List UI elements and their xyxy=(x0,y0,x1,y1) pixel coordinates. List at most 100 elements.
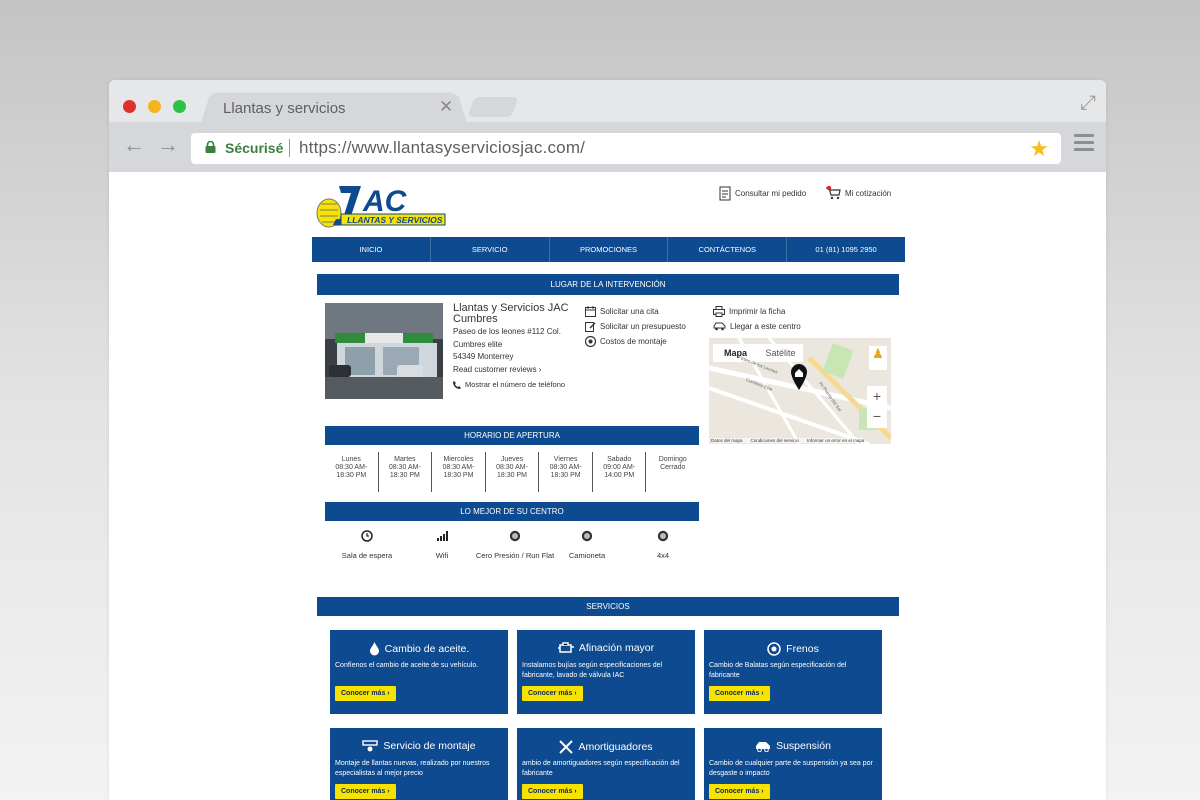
forward-arrow-icon[interactable]: → xyxy=(157,132,179,158)
nav-item-promociones[interactable]: PROMOCIONES xyxy=(550,237,669,262)
service-title-row: Servicio de montaje xyxy=(330,740,508,752)
conocer-mas-button[interactable]: Conocer más › xyxy=(335,784,396,799)
hours-open: 08:30 AM- xyxy=(442,464,475,471)
secure-label: Sécurisé xyxy=(225,140,284,156)
feature-item: Sala de espera xyxy=(327,530,407,560)
hours-close: 18:30 PM xyxy=(336,472,367,479)
hamburger-menu-icon[interactable] xyxy=(1074,134,1094,155)
conocer-mas-button[interactable]: Conocer más › xyxy=(522,686,583,701)
maximize-window-button[interactable] xyxy=(173,100,186,113)
hours-day-column: Miercoles 08:30 AM- 18:30 PM xyxy=(432,452,486,492)
zoom-in-button[interactable]: + xyxy=(867,386,887,406)
service-title-row: Frenos xyxy=(704,642,882,656)
solicitar-presupuesto-link[interactable]: Solicitar un presupuesto xyxy=(585,321,686,332)
consultar-pedido-label: Consultar mi pedido xyxy=(735,189,807,198)
mi-cotizacion-link[interactable]: Mi cotización xyxy=(825,186,891,200)
nav-item-servicio[interactable]: SERVICIO xyxy=(431,237,550,262)
service-card: Afinación mayor Instalamos bujías según e… xyxy=(517,630,695,714)
new-tab-button[interactable] xyxy=(467,97,519,117)
hours-close: 14:00 PM xyxy=(604,472,635,479)
tire-icon xyxy=(623,530,703,542)
divider xyxy=(289,139,290,157)
imprimir-ficha-link[interactable]: Imprimir la ficha xyxy=(713,306,785,317)
map-terms-link[interactable]: Condiciones del servicio xyxy=(751,438,800,443)
address-line: 54349 Monterrey xyxy=(453,352,514,361)
nav-item-inicio[interactable]: INICIO xyxy=(312,237,431,262)
tab-close-icon[interactable]: ✕ xyxy=(439,97,453,117)
feature-label: Camioneta xyxy=(568,551,606,560)
oil-drop-icon xyxy=(369,642,380,656)
service-card: Cambio de aceite. Confíenos el cambio de … xyxy=(330,630,508,714)
bookmark-star-icon[interactable]: ★ xyxy=(1029,136,1049,162)
web-page: AC LLANTAS Y SERVICIOS Consultar mi pedi… xyxy=(109,172,1106,800)
tire-icon xyxy=(547,530,627,542)
zoom-out-button[interactable]: − xyxy=(867,406,887,426)
map-report-link[interactable]: Informar un error en el mapa xyxy=(807,438,864,443)
service-card: Amortiguadores ambio de amortiguadores se… xyxy=(517,728,695,800)
printer-icon xyxy=(713,306,725,317)
expand-icon[interactable]: ⤢ xyxy=(1080,92,1096,115)
service-description: Instalamos bujías según especificaciones… xyxy=(522,662,663,679)
close-window-button[interactable] xyxy=(123,100,136,113)
conocer-mas-button[interactable]: Conocer más › xyxy=(709,686,770,701)
map-tab-satelite[interactable]: Satélite xyxy=(758,344,803,362)
cart-icon xyxy=(826,186,841,200)
address-bar[interactable]: Sécurisé https://www.llantasyserviciosja… xyxy=(191,133,1061,164)
service-title: Suspensión xyxy=(776,740,831,752)
hours-day: Miercoles xyxy=(443,456,474,463)
shop-address: Paseo de los leones #112 Col. Cumbres el… xyxy=(453,326,561,376)
location-map[interactable]: Mapa Satélite ♟ + − Datos del mapa Condi… xyxy=(709,338,891,444)
minimize-window-button[interactable] xyxy=(148,100,161,113)
brake-icon xyxy=(767,642,781,656)
tab-title: Llantas y servicios xyxy=(223,100,346,117)
nav-item-contactenos[interactable]: CONTÁCTENOS xyxy=(668,237,788,262)
tire-icon xyxy=(475,530,555,542)
service-title: Servicio de montaje xyxy=(383,740,476,752)
map-pin-icon[interactable] xyxy=(790,364,808,390)
hours-open: 09:00 AM- xyxy=(603,464,636,471)
llegar-centro-link[interactable]: Llegar a este centro xyxy=(713,321,801,331)
conocer-mas-button[interactable]: Conocer más › xyxy=(522,784,583,799)
show-phone-label: Mostrar el número de teléfono xyxy=(465,380,566,389)
hours-day: Martes xyxy=(394,456,416,463)
feature-label: Wifi xyxy=(435,551,449,560)
service-title-row: Suspensión xyxy=(704,740,882,752)
street-view-icon[interactable]: ♟ xyxy=(869,346,887,370)
car-icon xyxy=(755,741,771,752)
service-description: Confíenos el cambio de aceite de su vehí… xyxy=(335,662,479,669)
solicitar-cita-link[interactable]: Solicitar una cita xyxy=(585,306,659,317)
main-nav: INICIO SERVICIO PROMOCIONES CONTÁCTENOS … xyxy=(312,237,905,262)
conocer-mas-button[interactable]: Conocer más › xyxy=(709,784,770,799)
nav-item-phone[interactable]: 01 (81) 1095 2950 xyxy=(787,237,905,262)
jac-logo[interactable]: AC LLANTAS Y SERVICIOS xyxy=(315,180,447,230)
hours-close: 18:30 PM xyxy=(443,472,474,479)
costos-montaje-link[interactable]: Costos de montaje xyxy=(585,336,667,347)
feature-label: Sala de espera xyxy=(341,551,393,560)
solicitar-cita-label: Solicitar una cita xyxy=(600,307,659,316)
map-zoom-controls: + − xyxy=(867,386,887,428)
consultar-pedido-link[interactable]: Consultar mi pedido xyxy=(719,186,806,201)
hours-day-column: Lunes 08:30 AM- 18:30 PM xyxy=(325,452,379,492)
service-title: Amortiguadores xyxy=(578,741,653,753)
service-description: ambio de amortiguadores según especifica… xyxy=(522,760,680,777)
back-arrow-icon[interactable]: ← xyxy=(123,132,145,158)
conocer-mas-button[interactable]: Conocer más › xyxy=(335,686,396,701)
hours-day: Sabado xyxy=(607,456,632,463)
feature-item: Wifi xyxy=(402,530,482,560)
hours-open: 08:30 AM- xyxy=(335,464,368,471)
feature-label: Cero Presión / Run Flat xyxy=(475,551,555,560)
browser-window: Llantas y servicios ✕ ⤢ ← → Sécurisé htt… xyxy=(109,80,1106,800)
calendar-icon xyxy=(585,306,596,317)
hours-day-column: Jueves 08:30 AM- 18:30 PM xyxy=(486,452,540,492)
show-phone-link[interactable]: Mostrar el número de teléfono xyxy=(453,380,565,389)
service-title-row: Afinación mayor xyxy=(517,642,695,654)
clock-icon xyxy=(327,530,407,542)
read-reviews-link[interactable]: Read customer reviews › xyxy=(453,364,561,377)
phone-icon xyxy=(453,380,461,389)
url-text[interactable]: https://www.llantasyserviciosjac.com/ xyxy=(299,138,585,158)
hours-day-column: Viernes 08:30 AM- 18:30 PM xyxy=(539,452,593,492)
feature-item: 4x4 xyxy=(623,530,703,560)
map-attribution: Datos del mapa Condiciones del servicio … xyxy=(711,438,865,443)
service-title: Cambio de aceite. xyxy=(384,643,470,655)
hours-day-column: Domingo Cerrado xyxy=(646,452,699,492)
